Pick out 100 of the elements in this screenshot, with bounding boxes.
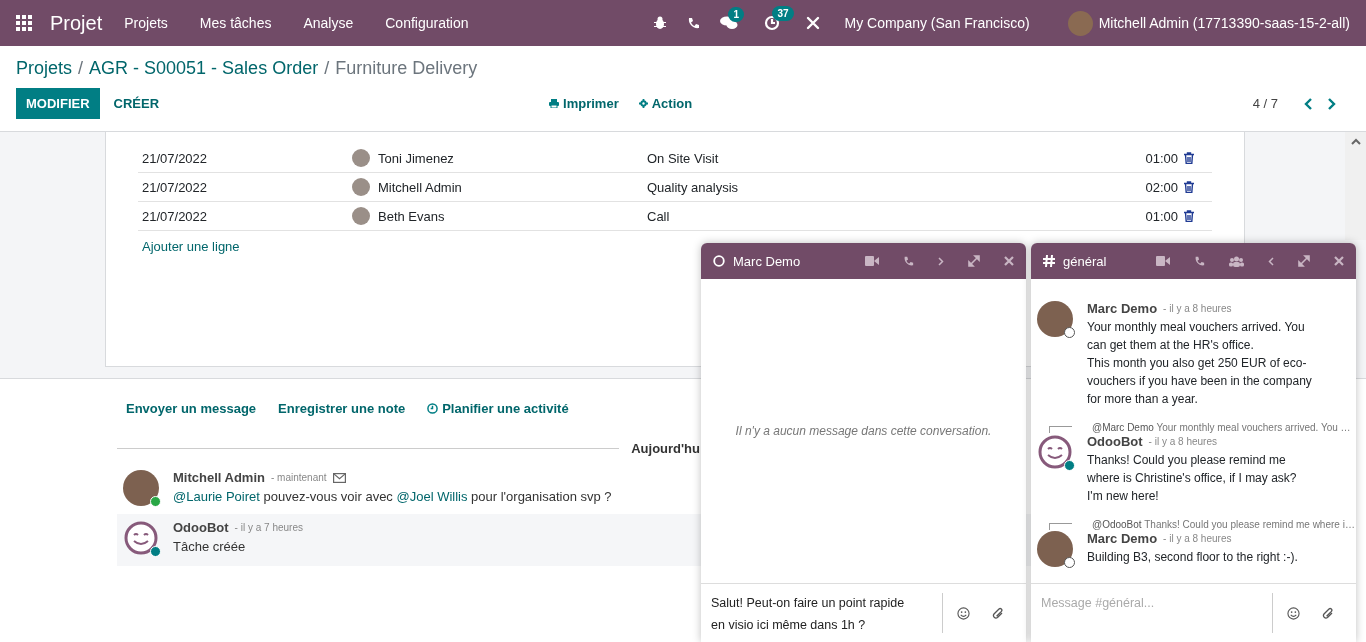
mention-link[interactable]: @Laurie Poiret (173, 489, 260, 504)
message-time: - maintenant (270, 472, 327, 483)
breadcrumb-link[interactable]: Projets (16, 58, 73, 79)
hash-icon (1043, 255, 1055, 267)
chat-window-header[interactable]: général (1031, 243, 1356, 279)
empty-conversation-text: Il n'y a aucun message dans cette conversation. (735, 424, 992, 438)
menu-item[interactable]: Analyse (303, 15, 354, 31)
date-separator: Aujourd'hu (631, 441, 700, 456)
breadcrumb-current: Furniture Delivery (335, 58, 478, 79)
employee-avatar (352, 207, 370, 225)
trash-icon[interactable] (1184, 210, 1194, 222)
reply-connector (1049, 426, 1072, 433)
chevron-right-icon[interactable] (1327, 97, 1336, 110)
author-avatar (123, 470, 159, 506)
edit-button[interactable]: MODIFIER (16, 88, 100, 119)
message-input-field[interactable]: Message #général... (1031, 584, 1258, 642)
trash-icon[interactable] (1184, 181, 1194, 193)
mention-link[interactable]: @Joel Willis (396, 489, 468, 504)
app-name[interactable]: Projet (50, 11, 103, 35)
paperclip-icon[interactable] (992, 606, 1004, 620)
breadcrumb-separator: / (324, 58, 330, 79)
menu-item[interactable]: Projets (124, 15, 168, 31)
printer-icon (549, 99, 560, 108)
message-text: @Laurie Poiret pouvez-vous voir avec @Joel Willis pour l'organisation svp ? (173, 489, 612, 504)
author-name: Mitchell Admin (173, 470, 265, 485)
message-time: - il y a 8 heures (1163, 303, 1232, 314)
hours-cell-text: 01:00 (1144, 150, 1178, 166)
author-name: Marc Demo (1087, 531, 1158, 546)
description-cell-text: Call (647, 208, 671, 224)
close-icon[interactable] (1334, 256, 1344, 266)
message-count-badge: 1 (728, 7, 745, 22)
video-camera-icon[interactable] (865, 256, 879, 266)
author-avatar (1037, 531, 1073, 567)
users-icon[interactable] (1229, 255, 1244, 267)
chevron-left-icon[interactable] (1304, 97, 1313, 110)
date-cell-text: 21/07/2022 (141, 179, 209, 195)
add-line-link[interactable]: Ajouter une ligne (142, 239, 240, 254)
user-menu[interactable]: Mitchell Admin (17713390-saas-15-2-all) (1098, 15, 1350, 31)
menu-item[interactable]: Mes tâches (199, 15, 272, 31)
author-name: Marc Demo (1087, 301, 1158, 316)
message-text: Thanks! Could you please remind me where is Christine's office, if I may ask? I'm new here! (1087, 452, 1298, 505)
date-cell-text: 21/07/2022 (141, 208, 209, 224)
phone-icon[interactable] (687, 16, 701, 30)
bot-avatar (123, 520, 159, 556)
description-cell-text: On Site Visit (647, 150, 720, 166)
chatter-action-link[interactable]: Enregistrer une note (278, 401, 406, 416)
hours-cell-text: 01:00 (1144, 208, 1178, 224)
trash-icon[interactable] (1184, 152, 1194, 164)
chatter-action-link[interactable]: Envoyer un message (126, 401, 257, 416)
clock-icon (427, 403, 439, 414)
bug-icon[interactable] (653, 16, 668, 30)
message-text: Your monthly meal vouchers arrived. You can get them at the HR's office. This month you also get 250 EUR of eco-vouchers if you have been in the company for more than a year. (1087, 319, 1313, 408)
pager-value: 4 / 7 (1252, 96, 1278, 111)
apps-grid-icon[interactable] (16, 15, 32, 31)
expand-icon[interactable] (968, 255, 980, 267)
chevron-left-icon[interactable] (1268, 256, 1274, 266)
chat-window-title: général (1063, 253, 1107, 269)
menu-item[interactable]: Configuration (385, 15, 469, 31)
chat-window-title: Marc Demo (733, 253, 801, 269)
employee-avatar (352, 178, 370, 196)
create-button[interactable]: CRÉER (99, 88, 174, 119)
employee-cell: Toni Jimenez (378, 150, 454, 166)
scrollbar[interactable] (1345, 132, 1366, 240)
breadcrumb-separator: / (78, 58, 84, 79)
reply-connector (1049, 523, 1072, 530)
clock-icon[interactable] (764, 15, 781, 31)
company-switcher[interactable]: My Company (San Francisco) (844, 15, 1030, 31)
reply-preview[interactable]: @Marc Demo Your monthly meal vouchers arrived. You … (1092, 422, 1351, 433)
chevron-up-icon[interactable] (1350, 138, 1361, 145)
employee-cell: Mitchell Admin (378, 179, 462, 195)
gear-icon (638, 99, 648, 108)
reply-preview[interactable]: @OdooBot Thanks! Could you please remind me where i… (1092, 519, 1355, 530)
breadcrumb-link[interactable]: AGR - S00051 - Sales Order (89, 58, 319, 79)
message-text: Tâche créée (173, 539, 247, 554)
message-time: - il y a 7 heures (234, 522, 303, 533)
paperclip-icon[interactable] (1322, 606, 1334, 620)
status-circle-icon (713, 255, 725, 267)
expand-icon[interactable] (1298, 255, 1310, 267)
message-text: Building B3, second floor to the right :-). (1087, 549, 1299, 566)
message-input-field[interactable]: Salut! Peut-on faire un point rapide en visio ici même dans 1h ? (701, 584, 928, 642)
author-name: OdooBot (1087, 434, 1143, 449)
phone-icon[interactable] (1194, 255, 1205, 267)
chat-window-header[interactable]: Marc Demo (701, 243, 1026, 279)
activity-count-badge: 37 (772, 6, 794, 21)
author-avatar (1037, 301, 1073, 337)
toolbar-dropdown[interactable]: Action (638, 96, 693, 111)
close-icon[interactable] (1004, 256, 1014, 266)
employee-cell: Beth Evans (378, 208, 445, 224)
video-camera-icon[interactable] (1156, 256, 1170, 266)
toolbar-dropdown[interactable]: Imprimer (549, 96, 619, 111)
hours-cell-text: 02:00 (1144, 179, 1178, 195)
description-cell-text: Quality analysis (647, 179, 740, 195)
bot-avatar (1037, 434, 1073, 470)
smiley-icon[interactable] (1287, 606, 1300, 620)
tools-icon[interactable] (806, 16, 821, 30)
phone-icon[interactable] (903, 255, 914, 267)
chevron-right-icon[interactable] (938, 256, 944, 266)
message-time: - il y a 8 heures (1148, 436, 1217, 447)
chatter-action-link[interactable]: Planifier une activité (427, 401, 569, 416)
smiley-icon[interactable] (957, 606, 970, 620)
